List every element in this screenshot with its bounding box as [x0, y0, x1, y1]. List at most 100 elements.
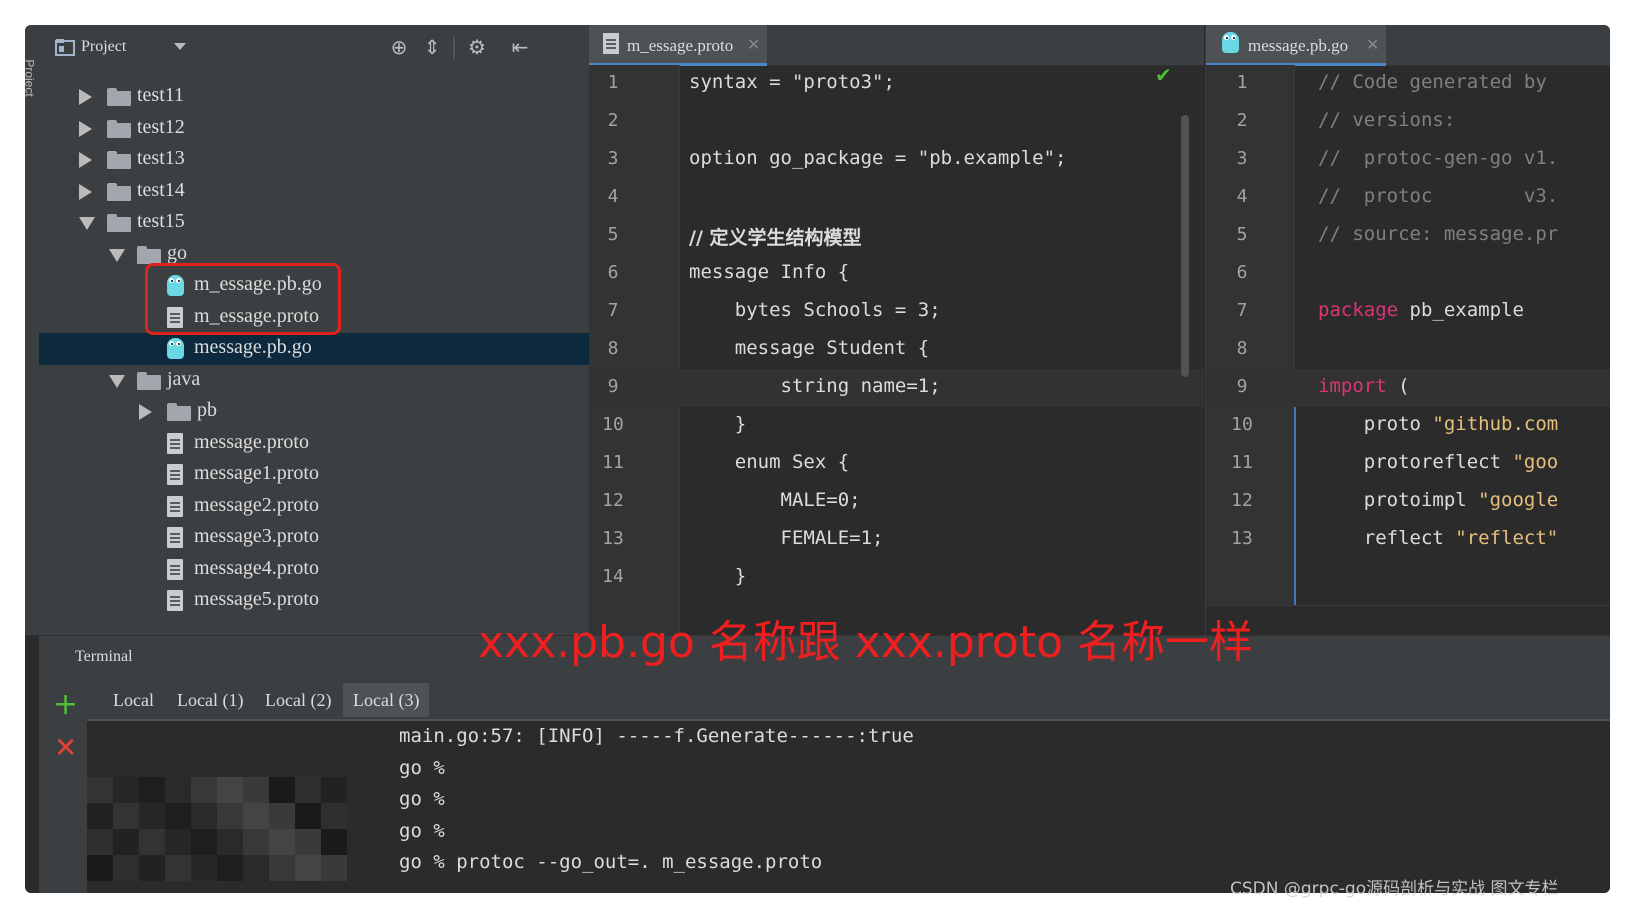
tree-item[interactable]: message.proto	[39, 428, 589, 460]
tab-message-pb-go[interactable]: message.pb.go ✕	[1206, 25, 1386, 66]
redaction-block	[87, 777, 113, 803]
close-icon[interactable]: ✕	[747, 35, 760, 54]
project-tool-stripe[interactable]: Project	[25, 25, 40, 635]
redaction-block	[243, 803, 269, 829]
code-line: 9 string name=1;	[589, 369, 1204, 407]
folder-icon	[107, 88, 131, 106]
line-number: 1	[607, 72, 619, 93]
tree-item[interactable]: test11	[39, 81, 589, 113]
code-line: 3 option go_package = "pb.example";	[589, 141, 1204, 179]
redaction-block	[295, 777, 321, 803]
tree-item[interactable]: java	[39, 365, 589, 397]
terminal-tab[interactable]: Local (3)	[343, 683, 430, 717]
tree-item[interactable]: test13	[39, 144, 589, 176]
new-session-plus-icon[interactable]: +	[53, 687, 78, 722]
vertical-scrollbar[interactable]	[1181, 115, 1189, 377]
folder-icon	[137, 245, 161, 264]
line-number: 11	[602, 452, 624, 473]
code-line: 5 // 定义学生结构模型	[589, 217, 1204, 255]
redaction-block	[295, 855, 321, 881]
terminal-tab[interactable]: Local (1)	[167, 683, 253, 717]
expand-arrow-right-icon[interactable]	[79, 89, 92, 105]
code-text: }	[689, 413, 747, 435]
code-text: // versions:	[1318, 109, 1456, 131]
redaction-block	[269, 803, 295, 829]
code-line: 6 message Info {	[589, 255, 1204, 293]
code-line: 11 enum Sex {	[589, 445, 1204, 483]
line-number: 9	[1236, 376, 1248, 397]
tab-m-essage-proto[interactable]: m_essage.proto ✕	[589, 25, 767, 66]
terminal-tab[interactable]: Local	[103, 683, 164, 717]
tab-label: m_essage.proto	[627, 36, 734, 55]
import-path: "reflect"	[1455, 527, 1559, 549]
expand-arrow-right-icon[interactable]	[79, 183, 92, 200]
locate-target-icon[interactable]: ⊕	[388, 36, 410, 58]
line-number: 4	[1236, 186, 1248, 207]
collapse-all-icon[interactable]: ⇕	[421, 36, 443, 58]
redaction-block	[217, 803, 243, 829]
line-number: 9	[607, 376, 619, 397]
expand-arrow-right-icon[interactable]	[79, 152, 92, 168]
code-line: 7 package pb_example	[1206, 293, 1610, 331]
keyword: import	[1318, 375, 1387, 397]
expand-arrow-right-icon[interactable]	[79, 120, 92, 137]
line-number: 4	[607, 186, 619, 207]
proto-file-icon	[167, 527, 183, 548]
go-gopher-icon	[167, 338, 184, 359]
expand-arrow-down-icon[interactable]	[79, 217, 95, 230]
code-line: 11 protoreflect "goo	[1206, 445, 1610, 483]
redaction-block	[243, 829, 269, 855]
terminal-title: Terminal	[75, 648, 133, 665]
tree-item[interactable]: test12	[39, 113, 589, 145]
code-line: 7 bytes Schools = 3;	[589, 293, 1204, 331]
tree-item-label: test11	[137, 84, 185, 106]
tree-item-label: message2.proto	[194, 493, 319, 516]
tree-item[interactable]: test14	[39, 176, 589, 208]
tree-item[interactable]: message3.proto	[39, 522, 589, 554]
code-text: reflect "reflect"	[1318, 527, 1558, 549]
terminal-tab[interactable]: Local (2)	[255, 683, 341, 717]
code-rest: pb_example	[1398, 299, 1524, 321]
redaction-block	[217, 777, 243, 803]
tree-item[interactable]: message4.proto	[39, 554, 589, 586]
close-session-x-icon[interactable]: ✕	[54, 731, 77, 764]
code-rest: (	[1386, 375, 1410, 397]
project-view-icon[interactable]	[55, 38, 75, 56]
tree-item[interactable]: message.pb.go	[39, 333, 589, 365]
code-text: protoreflect "goo	[1318, 451, 1558, 473]
code-line: 4	[589, 179, 1204, 217]
red-annotation-text: xxx.pb.go 名称跟 xxx.proto 名称一样	[478, 617, 1254, 668]
editor-pb-go: message.pb.go ✕ 1 // Code generated by 2 //…	[1205, 25, 1610, 635]
close-icon[interactable]: ✕	[1366, 35, 1379, 54]
tree-item-label: message.pb.go	[194, 336, 312, 358]
tree-item[interactable]: test15	[39, 207, 589, 239]
expand-arrow-right-icon[interactable]	[139, 404, 152, 420]
folder-icon	[167, 403, 191, 421]
expand-arrow-down-icon[interactable]	[109, 248, 125, 262]
redaction-block	[243, 855, 269, 881]
red-highlight-box	[145, 263, 341, 335]
code-line: 14 }	[589, 559, 1204, 597]
tree-item[interactable]: pb	[39, 396, 589, 428]
chevron-down-icon[interactable]	[174, 43, 186, 50]
code-line: 10 proto "github.com	[1206, 407, 1610, 445]
redaction-block	[165, 803, 191, 829]
ide-window: Project Project ⊕ ⇕ ⚙ ⇤ test11 test12 test…	[25, 25, 1610, 893]
code-text: proto "github.com	[1318, 413, 1558, 435]
tree-item-label: test15	[137, 210, 185, 232]
tree-item[interactable]: message1.proto	[39, 459, 589, 491]
gear-icon[interactable]: ⚙	[466, 36, 488, 58]
expand-arrow-down-icon[interactable]	[109, 374, 125, 388]
code-text: syntax = "proto3";	[689, 71, 895, 93]
code-text: }	[689, 565, 747, 587]
proto-file-icon	[167, 558, 183, 580]
terminal-output[interactable]: main.go:57: [INFO] -----f.Generate------…	[87, 721, 1610, 893]
redaction-block	[165, 855, 191, 881]
folder-icon	[107, 119, 131, 138]
project-view-title[interactable]: Project	[81, 38, 126, 56]
hide-panel-icon[interactable]: ⇤	[509, 36, 531, 58]
redaction-block	[113, 855, 139, 881]
code-text: message Info {	[689, 261, 850, 283]
tree-item[interactable]: message2.proto	[39, 491, 589, 523]
code-line: 13 FEMALE=1;	[589, 521, 1204, 559]
